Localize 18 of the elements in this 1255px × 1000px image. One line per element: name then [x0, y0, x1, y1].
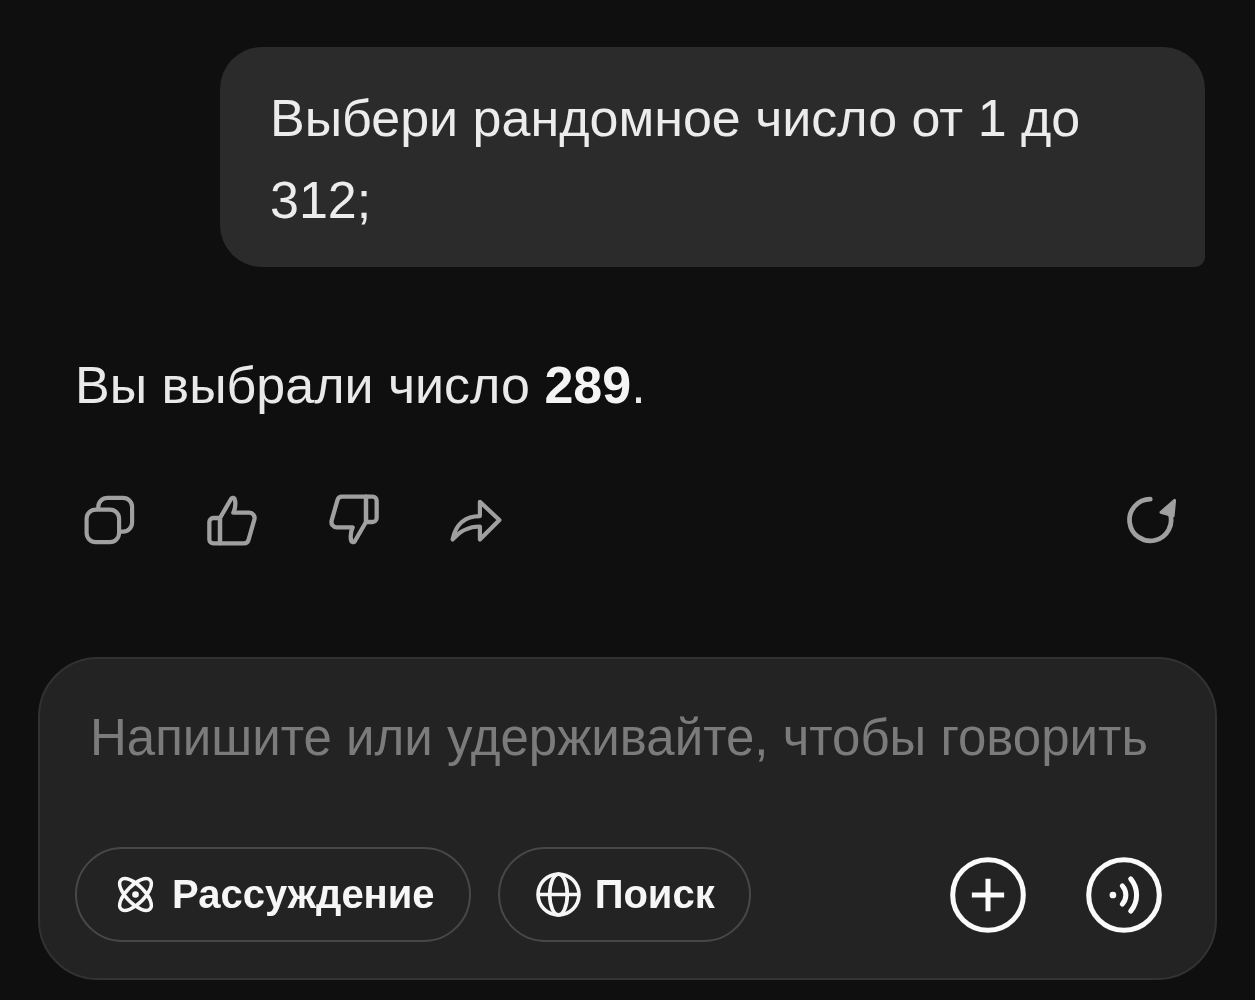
copy-button[interactable]: [84, 494, 136, 546]
assistant-reply: Вы выбрали число 289.: [75, 355, 647, 415]
copy-icon: [84, 494, 136, 546]
like-button[interactable]: [206, 494, 258, 546]
message-input[interactable]: Напишите или удерживайте, чтобы говорить: [75, 707, 1177, 767]
add-button[interactable]: [950, 856, 1026, 933]
thumbs-up-icon: [206, 494, 258, 546]
dislike-button[interactable]: [328, 494, 380, 546]
regenerate-button[interactable]: [1125, 494, 1177, 546]
reasoning-button[interactable]: Рассуждение: [75, 847, 471, 942]
user-message: Выбери рандомное число от 1 до 312;: [220, 47, 1205, 267]
search-button[interactable]: Поиск: [497, 847, 751, 942]
voice-icon: [1086, 856, 1162, 933]
refresh-icon: [1125, 494, 1177, 546]
thumbs-down-icon: [328, 494, 380, 546]
voice-button[interactable]: [1086, 856, 1162, 933]
plus-icon: [950, 856, 1026, 933]
globe-icon: [535, 872, 581, 917]
